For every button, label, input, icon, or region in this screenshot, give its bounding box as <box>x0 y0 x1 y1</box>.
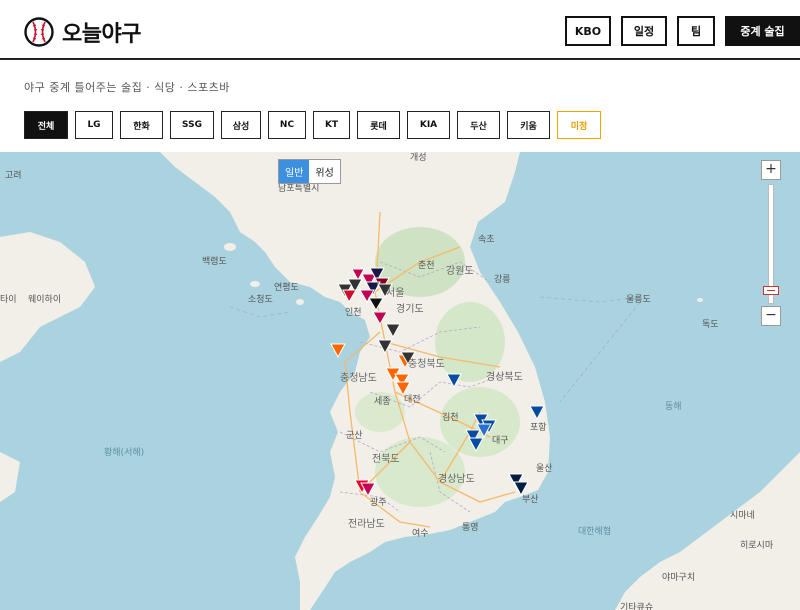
filter-kiwoom[interactable]: 키움 <box>507 111 550 139</box>
nav-schedule-button[interactable]: 일정 <box>621 16 667 46</box>
map-label: 군산 <box>346 431 363 441</box>
map-label: 세종 <box>374 397 391 407</box>
filter-nc[interactable]: NC <box>268 111 306 139</box>
filter-samsung[interactable]: 삼성 <box>221 111 261 139</box>
map-label: 타이 <box>0 295 17 305</box>
logo-text: 오늘야구 <box>62 22 141 47</box>
map-label: 시마네 <box>730 511 755 521</box>
page-subtitle: 야구 중계 틀어주는 술집 · 식당 · 스포츠바 <box>24 81 230 94</box>
map-label: 대한해협 <box>578 527 612 537</box>
zoom-control: + − <box>761 160 781 326</box>
baseball-icon <box>24 17 54 47</box>
filter-ssg[interactable]: SSG <box>170 111 214 139</box>
nav-bars-button[interactable]: 중계 술집 <box>725 16 800 46</box>
map-label: 웨이하이 <box>28 295 62 305</box>
map-label: 서울 <box>386 288 405 299</box>
map-label: 대전 <box>404 395 421 405</box>
map-label: 충청북도 <box>408 359 445 370</box>
nav-kbo-button[interactable]: KBO <box>565 16 611 46</box>
map-label: 기타큐슈 <box>620 603 654 610</box>
map-label: 울릉도 <box>626 295 651 305</box>
map-view[interactable]: 개성 고려 남포특별시 백령도 연평도 소청도 인천 서울 경기도 춘천 강원도… <box>0 152 800 610</box>
map-label: 강릉 <box>494 275 511 285</box>
map-label: 대구 <box>492 436 509 446</box>
map-canvas <box>0 152 800 610</box>
map-label: 독도 <box>702 320 719 330</box>
map-type-normal[interactable]: 일반 <box>279 160 310 183</box>
map-label: 고려 <box>5 171 22 181</box>
map-label: 히로시마 <box>740 541 774 551</box>
zoom-in-button[interactable]: + <box>761 160 781 180</box>
map-label: 인천 <box>345 308 362 318</box>
map-label: 연평도 <box>274 283 299 293</box>
map-label: 전북도 <box>372 454 400 465</box>
map-label: 속초 <box>478 235 495 245</box>
map-type-toggle: 일반 위성 <box>278 159 341 184</box>
map-label: 백령도 <box>202 257 227 267</box>
filter-kt[interactable]: KT <box>313 111 350 139</box>
map-label: 충청남도 <box>340 373 377 384</box>
filter-lotte[interactable]: 롯데 <box>357 111 400 139</box>
filter-all[interactable]: 전체 <box>24 111 68 139</box>
filter-kia[interactable]: KIA <box>407 111 450 139</box>
map-type-satellite[interactable]: 위성 <box>309 160 339 183</box>
zoom-slider-handle[interactable] <box>763 286 779 295</box>
map-label: 개성 <box>410 153 427 163</box>
top-header: 오늘야구 KBO 일정 팀 중계 술집 <box>0 0 800 60</box>
logo[interactable]: 오늘야구 <box>24 16 141 48</box>
map-label: 강원도 <box>446 266 474 277</box>
map-label: 포항 <box>530 423 547 433</box>
filter-lg[interactable]: LG <box>75 111 113 139</box>
map-label: 여수 <box>412 529 429 539</box>
map-label: 야마구치 <box>662 573 696 583</box>
map-label: 김천 <box>442 413 459 423</box>
map-label: 경상북도 <box>486 372 523 383</box>
filter-hanwha[interactable]: 한화 <box>120 111 163 139</box>
filter-undecided[interactable]: 미정 <box>557 111 601 139</box>
map-label: 광주 <box>370 498 387 508</box>
filter-doosan[interactable]: 두산 <box>457 111 500 139</box>
map-label: 동해 <box>665 402 682 412</box>
map-label: 전라남도 <box>348 519 385 530</box>
map-label: 통영 <box>462 523 479 533</box>
map-label: 황해(서해) <box>104 448 145 458</box>
top-nav: KBO 일정 팀 중계 술집 <box>565 16 800 46</box>
map-label: 소청도 <box>248 295 273 305</box>
map-label: 춘천 <box>418 261 435 271</box>
nav-team-button[interactable]: 팀 <box>677 16 715 46</box>
map-label: 경기도 <box>396 304 424 315</box>
map-label: 울산 <box>536 464 553 474</box>
map-label: 경상남도 <box>438 474 475 485</box>
zoom-out-button[interactable]: − <box>761 306 781 326</box>
map-label: 부산 <box>522 495 539 505</box>
